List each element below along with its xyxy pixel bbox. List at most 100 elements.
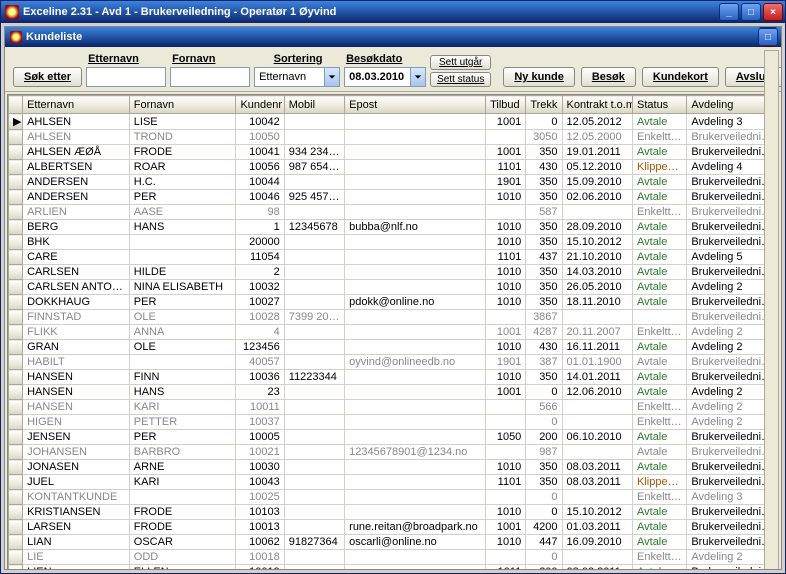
inner-titlebar[interactable]: Kundeliste _ □ × [5, 27, 781, 47]
table-row[interactable]: AHLSEN ÆØÅFRODE10041934 23422100135019.0… [9, 145, 778, 160]
cell-mobile [284, 505, 344, 520]
table-row[interactable]: ALBERTSENROAR10056987 65432110143005.12.… [9, 160, 778, 175]
cell-lastname: HIGEN [23, 415, 130, 430]
cell-status: Avtale [633, 430, 687, 445]
cell-custno: 2 [236, 265, 284, 280]
cell-offer [486, 445, 526, 460]
col-firstname[interactable]: Fornavn [129, 96, 236, 114]
col-custno[interactable]: Kundenr [236, 96, 284, 114]
cell-draw: 3867 [526, 310, 562, 325]
cell-offer [486, 310, 526, 325]
table-row[interactable]: KRISTIANSENFRODE101031010015.10.2012Avta… [9, 505, 778, 520]
table-row[interactable]: HANSENFINN1003611223344101035014.01.2011… [9, 370, 778, 385]
row-indicator [9, 355, 23, 370]
inner-maximize-button[interactable]: □ [758, 28, 778, 46]
cell-contract: 21.10.2010 [562, 250, 632, 265]
set-status-button[interactable]: Sett status [430, 72, 491, 87]
table-row[interactable]: LIANOSCAR1006291827364oscarli@online.no1… [9, 535, 778, 550]
cell-firstname: ELLEN [129, 565, 236, 571]
cell-mobile [284, 400, 344, 415]
visitdate-combo[interactable] [344, 67, 426, 87]
search-button[interactable]: Søk etter [13, 67, 82, 87]
col-status[interactable]: Status [633, 96, 687, 114]
cell-draw: 3050 [526, 130, 562, 145]
col-offer[interactable]: Tilbud [486, 96, 526, 114]
table-row[interactable]: HANSENHANS231001012.06.2010AvtaleAvdelin… [9, 385, 778, 400]
visitdate-dropdown-button[interactable] [410, 67, 426, 87]
set-expired-button[interactable]: Sett utgår [430, 55, 491, 70]
outer-minimize-button[interactable]: _ [719, 3, 739, 21]
table-row[interactable]: LIEODD100180EnkelttimeAvdeling 2 [9, 550, 778, 565]
cell-mobile [284, 340, 344, 355]
table-row[interactable]: JONASENARNE10030101035008.03.2011AvtaleB… [9, 460, 778, 475]
sort-dropdown-button[interactable] [324, 67, 340, 87]
col-contract[interactable]: Kontrakt t.o.m. [562, 96, 632, 114]
header-row: Etternavn Fornavn Kundenr Mobil Epost Ti… [9, 96, 778, 114]
visit-button[interactable]: Besøk [581, 67, 636, 87]
cell-email [345, 114, 486, 130]
cell-lastname: KONTANTKUNDE [23, 490, 130, 505]
col-lastname[interactable]: Etternavn [23, 96, 130, 114]
cell-mobile [284, 265, 344, 280]
table-row[interactable]: ARLIENAASE98587EnkelttimeBrukerveilednin… [9, 205, 778, 220]
cell-lastname: LIAN [23, 535, 130, 550]
table-row[interactable]: HIGENPETTER100370EnkelttimeAvdeling 2 [9, 415, 778, 430]
cell-mobile: 7399 2000 [284, 310, 344, 325]
cell-lastname: DOKKHAUG [23, 295, 130, 310]
chevron-down-icon [328, 73, 336, 81]
cell-contract: 26.05.2010 [562, 280, 632, 295]
customer-grid[interactable]: Etternavn Fornavn Kundenr Mobil Epost Ti… [7, 94, 779, 570]
cell-status: Avtale [633, 520, 687, 535]
lastname-input[interactable] [86, 67, 166, 87]
cell-firstname: LISE [129, 114, 236, 130]
table-row[interactable]: ▶AHLSENLISE100421001012.05.2012AvtaleAvd… [9, 114, 778, 130]
table-row[interactable]: BERGHANS112345678bubba@nlf.no101035028.0… [9, 220, 778, 235]
cell-lastname: LIEN [23, 565, 130, 571]
table-row[interactable]: AHLSENTROND10050305012.05.2000Enkelttime… [9, 130, 778, 145]
table-row[interactable]: HANSENKARI10011566EnkelttimeAvdeling 2 [9, 400, 778, 415]
sort-value[interactable] [254, 67, 324, 87]
cell-offer: 1010 [486, 235, 526, 250]
col-email[interactable]: Epost [345, 96, 486, 114]
table-row[interactable]: ANDERSENH.C.10044190135015.09.2010Avtale… [9, 175, 778, 190]
table-row[interactable]: CARLSEN ANTONSENNINA ELISABETH1003210103… [9, 280, 778, 295]
table-row[interactable]: GRANOLE123456101043016.11.2011AvtaleAvde… [9, 340, 778, 355]
cell-lastname: JONASEN [23, 460, 130, 475]
sort-combo[interactable] [254, 67, 340, 87]
table-row[interactable]: LARSENFRODE10013rune.reitan@broadpark.no… [9, 520, 778, 535]
cell-offer: 1101 [486, 250, 526, 265]
table-row[interactable]: JOHANSENBARBRO1002112345678901@1234.no98… [9, 445, 778, 460]
cell-firstname: HANS [129, 385, 236, 400]
table-row[interactable]: ANDERSENPER10046925 45722101035002.06.20… [9, 190, 778, 205]
vertical-scrollbar[interactable] [764, 50, 779, 570]
table-row[interactable]: LIENELLEN10019101120008.03.2011AvtaleBru… [9, 565, 778, 571]
table-row[interactable]: CARE11054110143721.10.2010AvtaleAvdeling… [9, 250, 778, 265]
table-row[interactable]: JENSENPER10005105020006.10.2010AvtaleBru… [9, 430, 778, 445]
table-row[interactable]: FINNSTADOLE100287399 20003867Brukerveile… [9, 310, 778, 325]
outer-close-button[interactable]: × [763, 3, 783, 21]
table-row[interactable]: DOKKHAUGPER10027pdokk@online.no101035018… [9, 295, 778, 310]
cell-status: Avtale [633, 535, 687, 550]
visitdate-value[interactable] [344, 67, 410, 87]
outer-maximize-button[interactable]: □ [741, 3, 761, 21]
table-row[interactable]: FLIKKANNA41001428720.11.2007EnkelttimeAv… [9, 325, 778, 340]
table-row[interactable]: BHK20000101035015.10.2012AvtaleBrukervei… [9, 235, 778, 250]
table-row[interactable]: HABILT40057oyvind@onlineedb.no190138701.… [9, 355, 778, 370]
col-mobile[interactable]: Mobil [284, 96, 344, 114]
toolbar: Søk etter Etternavn Fornavn Sortering [5, 47, 781, 92]
firstname-input[interactable] [170, 67, 250, 87]
col-draw[interactable]: Trekk [526, 96, 562, 114]
cell-email [345, 415, 486, 430]
cell-status: Avtale [633, 250, 687, 265]
table-row[interactable]: CARLSENHILDE2101035014.03.2010AvtaleBruk… [9, 265, 778, 280]
table-row[interactable]: KONTANTKUNDE100250EnkelttimeAvdeling 3 [9, 490, 778, 505]
customer-card-button[interactable]: Kundekort [642, 67, 719, 87]
cell-firstname [129, 250, 236, 265]
cell-custno: 10027 [236, 295, 284, 310]
table-row[interactable]: JUELKARI10043110135008.03.2011Klippekort… [9, 475, 778, 490]
indicator-header[interactable] [9, 96, 23, 114]
cell-offer: 1010 [486, 190, 526, 205]
outer-titlebar[interactable]: Exceline 2.31 - Avd 1 - Brukerveiledning… [1, 1, 785, 23]
cell-firstname: NINA ELISABETH [129, 280, 236, 295]
new-customer-button[interactable]: Ny kunde [503, 67, 575, 87]
